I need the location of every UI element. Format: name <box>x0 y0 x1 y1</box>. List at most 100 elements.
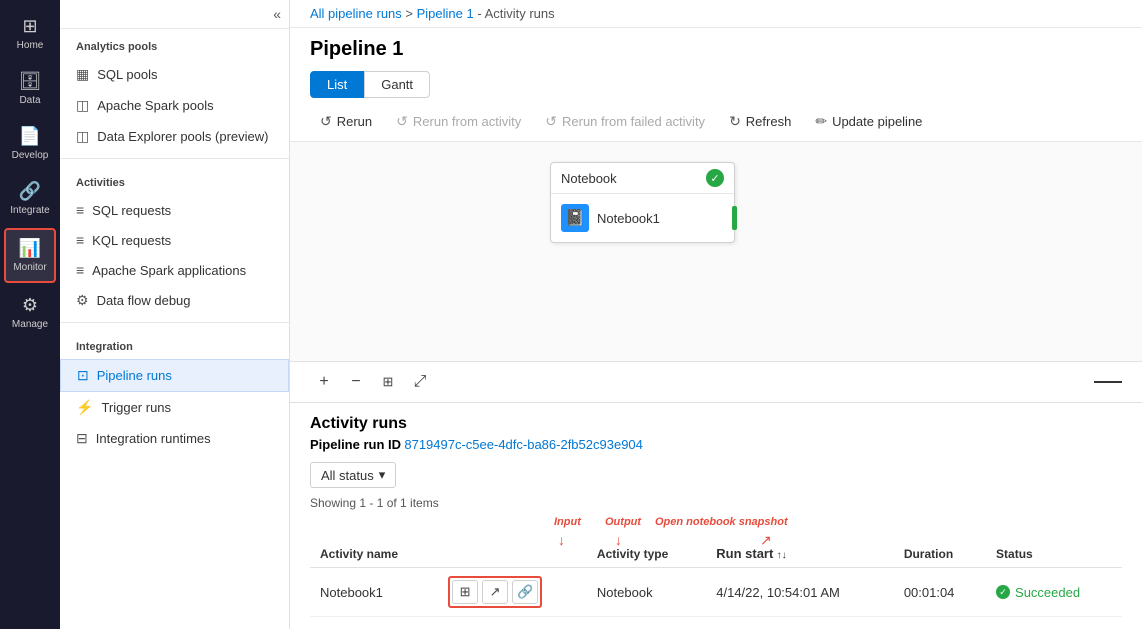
update-pipeline-icon: ✏ <box>815 113 827 130</box>
nav-item-develop[interactable]: 📄 Develop <box>4 118 56 169</box>
breadcrumb-all-runs[interactable]: All pipeline runs <box>310 6 402 21</box>
update-pipeline-button[interactable]: ✏ Update pipeline <box>805 108 932 135</box>
fullscreen-button[interactable]: ⤢ <box>406 368 434 396</box>
section-title-integration: Integration <box>60 329 289 359</box>
nav-item-manage[interactable]: ⚙ Manage <box>4 287 56 338</box>
chevron-down-icon: ▾ <box>379 467 386 483</box>
sidebar-collapse-button[interactable]: « <box>273 6 281 22</box>
output-arrow: ↓ <box>615 532 622 548</box>
sql-pools-icon: ▦ <box>76 66 89 83</box>
cell-actions: ⊞ ↗ 🔗 <box>438 568 587 617</box>
cell-activity-type: Notebook <box>587 568 706 617</box>
sidebar: « Analytics pools ▦ SQL pools ◫ Apache S… <box>60 0 290 629</box>
green-status-bar <box>732 206 737 230</box>
sidebar-item-apache-spark-pools[interactable]: ◫ Apache Spark pools <box>60 90 289 121</box>
pipeline-runs-icon: ⊡ <box>77 367 89 384</box>
refresh-icon: ↻ <box>729 113 741 130</box>
nav-item-monitor[interactable]: 📊 Monitor <box>4 228 56 283</box>
section-title-activities: Activities <box>60 165 289 195</box>
pipeline-run-id: Pipeline run ID 8719497c-c5ee-4dfc-ba86-… <box>310 437 1122 452</box>
sidebar-divider-1 <box>60 158 289 159</box>
section-title-analytics-pools: Analytics pools <box>60 29 289 59</box>
sidebar-item-trigger-runs[interactable]: ⚡ Trigger runs <box>60 392 289 423</box>
status-succeeded: ✓ Succeeded <box>996 585 1112 600</box>
integration-runtimes-icon: ⊟ <box>76 430 88 447</box>
rerun-from-activity-button[interactable]: ↺ Rerun from activity <box>386 108 531 135</box>
input-arrow: ↓ <box>558 532 565 548</box>
sidebar-item-kql-requests[interactable]: ≡ KQL requests <box>60 225 289 255</box>
rerun-icon: ↺ <box>320 113 332 130</box>
data-flow-debug-icon: ⚙ <box>76 292 89 309</box>
home-icon: ⊞ <box>22 16 37 37</box>
left-navigation: ⊞ Home 🗄 Data 📄 Develop 🔗 Integrate 📊 Mo… <box>0 0 60 629</box>
zoom-out-button[interactable]: − <box>342 368 370 396</box>
notebook-card-body: 📓 Notebook1 <box>551 194 734 242</box>
success-badge: ✓ <box>706 169 724 187</box>
fit-button[interactable]: ⊞ <box>374 368 402 396</box>
spark-apps-icon: ≡ <box>76 262 84 278</box>
input-action-button[interactable]: ⊞ <box>452 580 478 604</box>
activity-runs-title: Activity runs <box>310 415 1122 433</box>
integrate-icon: 🔗 <box>19 181 41 202</box>
breadcrumb-current: Activity runs <box>485 6 555 21</box>
rerun-from-activity-icon: ↺ <box>396 113 408 130</box>
open-snapshot-annotation: Open notebook snapshot <box>655 516 788 528</box>
sidebar-item-pipeline-runs[interactable]: ⊡ Pipeline runs <box>60 359 289 392</box>
canvas-control-bar <box>1094 381 1122 383</box>
refresh-button[interactable]: ↻ Refresh <box>719 108 801 135</box>
filter-row: All status ▾ <box>310 462 1122 488</box>
sidebar-item-apache-spark-apps[interactable]: ≡ Apache Spark applications <box>60 255 289 285</box>
action-toolbar: ↺ Rerun ↺ Rerun from activity ↺ Rerun fr… <box>290 102 1142 142</box>
output-annotation: Output <box>605 516 641 528</box>
monitor-icon: 📊 <box>19 238 41 259</box>
cell-activity-name: Notebook1 <box>310 568 438 617</box>
action-icons-group: ⊞ ↗ 🔗 <box>448 576 542 608</box>
develop-icon: 📄 <box>19 126 41 147</box>
tab-gantt[interactable]: Gantt <box>364 71 430 98</box>
breadcrumb-pipeline[interactable]: Pipeline 1 <box>417 6 474 21</box>
sidebar-item-integration-runtimes[interactable]: ⊟ Integration runtimes <box>60 423 289 454</box>
sidebar-item-data-flow-debug[interactable]: ⚙ Data flow debug <box>60 285 289 316</box>
breadcrumb: All pipeline runs > Pipeline 1 - Activit… <box>290 0 1142 28</box>
notebook-icon: 📓 <box>561 204 589 232</box>
sidebar-item-sql-pools[interactable]: ▦ SQL pools <box>60 59 289 90</box>
page-title: Pipeline 1 <box>290 28 1142 67</box>
kql-requests-icon: ≡ <box>76 232 84 248</box>
data-icon: 🗄 <box>19 71 42 92</box>
cell-duration: 00:01:04 <box>894 568 986 617</box>
notebook-card: Notebook ✓ 📓 Notebook1 <box>550 162 735 243</box>
cell-status: ✓ Succeeded <box>986 568 1122 617</box>
input-annotation: Input <box>554 516 581 528</box>
nav-item-integrate[interactable]: 🔗 Integrate <box>4 173 56 224</box>
sidebar-header: « <box>60 0 289 29</box>
activity-runs-table: Activity name Activity type Run start ↑↓… <box>310 540 1122 617</box>
tab-list[interactable]: List <box>310 71 364 98</box>
zoom-in-button[interactable]: + <box>310 368 338 396</box>
showing-text: Showing 1 - 1 of 1 items <box>310 496 1122 510</box>
sql-requests-icon: ≡ <box>76 202 84 218</box>
status-dot: ✓ <box>996 585 1010 599</box>
sidebar-item-sql-requests[interactable]: ≡ SQL requests <box>60 195 289 225</box>
open-snapshot-button[interactable]: 🔗 <box>512 580 538 604</box>
rerun-button[interactable]: ↺ Rerun <box>310 108 382 135</box>
col-duration: Duration <box>894 540 986 568</box>
data-explorer-icon: ◫ <box>76 128 89 145</box>
snapshot-arrow: ↗ <box>760 532 772 549</box>
nav-item-home[interactable]: ⊞ Home <box>4 8 56 59</box>
output-action-button[interactable]: ↗ <box>482 580 508 604</box>
annotations-row: Input Output Open notebook snapshot ↓ ↓ … <box>310 516 1122 538</box>
table-row: Notebook1 ⊞ ↗ 🔗 Notebook 4/14/22, 10:54:… <box>310 568 1122 617</box>
canvas-area: Notebook ✓ 📓 Notebook1 <box>290 142 1142 362</box>
main-content: All pipeline runs > Pipeline 1 - Activit… <box>290 0 1142 629</box>
col-run-start: Run start ↑↓ <box>706 540 894 568</box>
activity-runs-section: Activity runs Pipeline run ID 8719497c-c… <box>290 403 1142 629</box>
col-activity-type: Activity type <box>587 540 706 568</box>
sidebar-item-data-explorer-pools[interactable]: ◫ Data Explorer pools (preview) <box>60 121 289 152</box>
notebook-card-header: Notebook ✓ <box>551 163 734 194</box>
col-activity-name: Activity name <box>310 540 438 568</box>
rerun-from-failed-button[interactable]: ↺ Rerun from failed activity <box>535 108 715 135</box>
view-tabs: List Gantt <box>290 67 1142 102</box>
cell-run-start: 4/14/22, 10:54:01 AM <box>706 568 894 617</box>
status-filter-dropdown[interactable]: All status ▾ <box>310 462 396 488</box>
nav-item-data[interactable]: 🗄 Data <box>4 63 56 114</box>
